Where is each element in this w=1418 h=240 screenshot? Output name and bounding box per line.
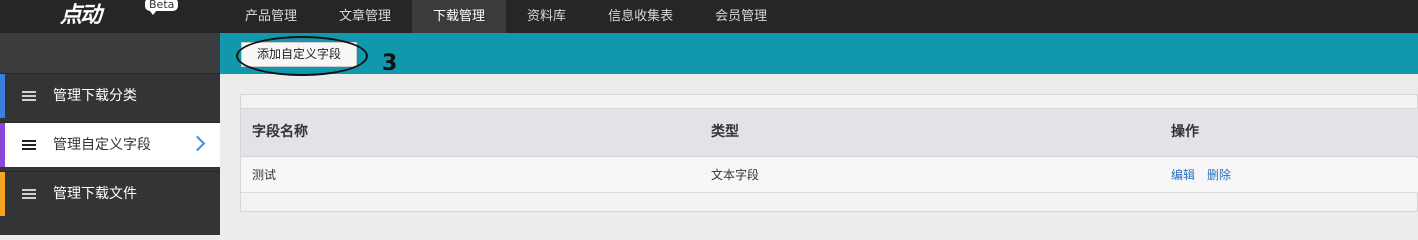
action-banner <box>220 33 1418 74</box>
column-header-field-name: 字段名称 <box>252 124 308 140</box>
edit-link[interactable]: 编辑 <box>1171 158 1195 193</box>
sidebar-item-download-files[interactable]: 管理下载文件 <box>0 171 220 216</box>
nav-item-articles[interactable]: 文章管理 <box>318 0 412 33</box>
table-row: 测试 文本字段 编辑 删除 <box>241 158 1418 193</box>
beta-badge: Beta <box>145 0 179 15</box>
sidebar-item-label: 管理自定义字段 <box>53 137 151 153</box>
delete-link[interactable]: 删除 <box>1207 158 1231 193</box>
brand-logo[interactable]: 点动 Beta <box>60 0 180 33</box>
top-bar: 点动 Beta 产品管理 文章管理 下载管理 资料库 信息收集表 会员管理 <box>0 0 1418 33</box>
sidebar-item-label: 管理下载文件 <box>53 186 137 202</box>
nav-item-downloads[interactable]: 下载管理 <box>412 0 507 33</box>
sidebar-item-download-categories[interactable]: 管理下载分类 <box>0 73 220 118</box>
sidebar-accent-bar <box>0 172 5 216</box>
sidebar-item-label: 管理下载分类 <box>53 88 137 104</box>
main-nav: 产品管理 文章管理 下载管理 资料库 信息收集表 会员管理 <box>224 0 788 33</box>
logo-text: 点动 <box>60 2 102 28</box>
step-number: 3 <box>382 51 398 76</box>
nav-item-forms[interactable]: 信息收集表 <box>587 0 694 33</box>
nav-item-members[interactable]: 会员管理 <box>694 0 788 33</box>
sidebar-accent-bar <box>0 74 5 118</box>
sidebar-item-custom-fields[interactable]: 管理自定义字段 <box>0 122 220 167</box>
table-header: 字段名称 类型 操作 <box>241 108 1418 157</box>
sidebar-accent-bar <box>0 123 5 167</box>
list-icon <box>22 140 36 151</box>
field-name-cell: 测试 <box>252 168 277 182</box>
nav-item-products[interactable]: 产品管理 <box>224 0 318 33</box>
list-icon <box>22 189 36 200</box>
sidebar-header <box>0 33 220 73</box>
column-header-actions: 操作 <box>1171 124 1199 140</box>
add-custom-field-button[interactable]: 添加自定义字段 <box>241 42 357 67</box>
nav-item-library[interactable]: 资料库 <box>506 0 587 33</box>
column-header-type: 类型 <box>711 124 739 140</box>
sidebar: 管理下载分类 管理自定义字段 管理下载文件 <box>0 33 220 235</box>
field-type-cell: 文本字段 <box>711 168 760 182</box>
chevron-right-icon <box>189 135 206 152</box>
list-icon <box>22 91 36 102</box>
